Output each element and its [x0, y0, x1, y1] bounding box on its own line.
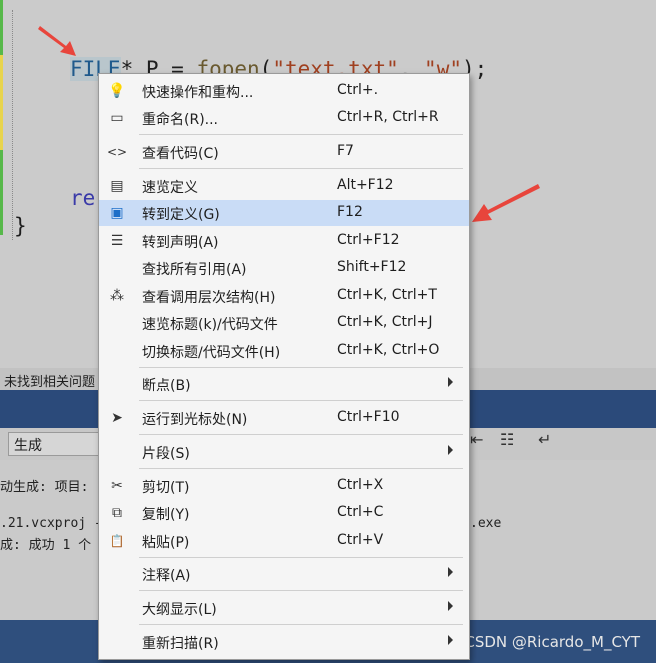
menu-item-goto-definition[interactable]: ▣ 转到定义(G) F12	[99, 200, 469, 226]
menu-item-label: 断点(B)	[142, 378, 191, 394]
menu-item-shortcut: F7	[337, 143, 354, 159]
paste-icon: 📋	[109, 534, 125, 548]
menu-item-shortcut: Shift+F12	[337, 259, 407, 275]
goto-declaration-icon: ☰	[110, 233, 124, 249]
menu-separator	[139, 624, 463, 625]
menu-separator	[139, 134, 463, 135]
menu-item-label: 快速操作和重构...	[142, 85, 254, 101]
change-margin-modified	[0, 55, 3, 150]
menu-item-shortcut: Ctrl+C	[337, 504, 384, 520]
peek-definition-icon: ▤	[110, 178, 124, 194]
menu-item-shortcut: Ctrl+F10	[337, 409, 400, 425]
status-text: 未找到相关问题	[4, 375, 96, 390]
menu-item-quick-actions[interactable]: 💡 快速操作和重构... Ctrl+.	[99, 78, 469, 104]
menu-item-find-all-references[interactable]: 查找所有引用(A) Shift+F12	[99, 255, 469, 281]
menu-item-copy[interactable]: ⧉ 复制(Y) Ctrl+C	[99, 500, 469, 526]
menu-item-label: 运行到光标处(N)	[142, 412, 248, 428]
output-line-suffix: .exe	[470, 516, 502, 531]
menu-item-shortcut: Ctrl+K, Ctrl+J	[337, 314, 433, 330]
context-menu: 💡 快速操作和重构... Ctrl+. ▭ 重命名(R)... Ctrl+R, …	[98, 73, 470, 660]
submenu-arrow-icon	[448, 377, 453, 387]
menu-separator	[139, 557, 463, 558]
menu-item-peek-definition[interactable]: ▤ 速览定义 Alt+F12	[99, 173, 469, 199]
menu-item-rename[interactable]: ▭ 重命名(R)... Ctrl+R, Ctrl+R	[99, 105, 469, 131]
fold-guide	[12, 10, 14, 240]
scissors-icon: ✂	[111, 478, 123, 494]
output-line: 成: 成功 1 个	[0, 538, 92, 553]
menu-item-label: 查看代码(C)	[142, 146, 219, 162]
menu-item-shortcut: Ctrl+F12	[337, 232, 400, 248]
menu-item-label: 片段(S)	[142, 446, 190, 462]
menu-item-label: 复制(Y)	[142, 507, 190, 523]
menu-item-shortcut: Ctrl+K, Ctrl+O	[337, 342, 440, 358]
menu-item-toggle-header[interactable]: 切换标题/代码文件(H) Ctrl+K, Ctrl+O	[99, 338, 469, 364]
menu-item-label: 速览标题(k)/代码文件	[142, 317, 278, 333]
submenu-arrow-icon	[448, 601, 453, 611]
menu-item-label: 重命名(R)...	[142, 112, 219, 128]
menu-item-shortcut: Alt+F12	[337, 177, 394, 193]
menu-item-run-to-cursor[interactable]: ➤ 运行到光标处(N) Ctrl+F10	[99, 405, 469, 431]
menu-item-breakpoint[interactable]: 断点(B)	[99, 371, 469, 397]
menu-item-paste[interactable]: 📋 粘贴(P) Ctrl+V	[99, 528, 469, 554]
menu-separator	[139, 367, 463, 368]
code-line-brace[interactable]: }	[14, 214, 27, 238]
menu-item-label: 粘贴(P)	[142, 535, 190, 551]
output-source-select[interactable]: 生成	[8, 432, 102, 456]
code-icon: <>	[107, 145, 128, 159]
annotation-arrow-icon	[38, 26, 76, 56]
menu-item-shortcut: Ctrl+R, Ctrl+R	[337, 109, 439, 125]
menu-item-peek-header[interactable]: 速览标题(k)/代码文件 Ctrl+K, Ctrl+J	[99, 310, 469, 336]
output-line: .21.vcxproj -	[0, 516, 102, 531]
menu-item-view-code[interactable]: <> 查看代码(C) F7	[99, 139, 469, 165]
menu-item-shortcut: Ctrl+K, Ctrl+T	[337, 287, 437, 303]
menu-separator	[139, 468, 463, 469]
menu-item-label: 注释(A)	[142, 568, 191, 584]
code-line-return[interactable]: re	[70, 186, 95, 210]
call-hierarchy-icon: ⁂	[110, 288, 124, 304]
copy-icon: ⧉	[112, 505, 122, 521]
toolbar-faded-icon[interactable]: ⇤	[470, 430, 483, 449]
menu-item-outlining[interactable]: 大纲显示(L)	[99, 595, 469, 621]
submenu-arrow-icon	[448, 445, 453, 455]
menu-item-label: 重新扫描(R)	[142, 636, 219, 652]
submenu-arrow-icon	[448, 635, 453, 645]
menu-item-cut[interactable]: ✂ 剪切(T) Ctrl+X	[99, 473, 469, 499]
menu-item-shortcut: Ctrl+V	[337, 532, 384, 548]
menu-item-rescan[interactable]: 重新扫描(R)	[99, 629, 469, 655]
menu-item-label: 转到定义(G)	[142, 207, 220, 223]
lightbulb-icon: 💡	[108, 83, 126, 99]
menu-item-label: 速览定义	[142, 180, 198, 196]
rename-icon: ▭	[110, 110, 124, 126]
cursor-icon: ➤	[111, 410, 123, 426]
word-wrap-icon[interactable]: ↵	[538, 430, 551, 449]
menu-separator	[139, 434, 463, 435]
menu-item-call-hierarchy[interactable]: ⁂ 查看调用层次结构(H) Ctrl+K, Ctrl+T	[99, 283, 469, 309]
menu-item-shortcut: Ctrl+.	[337, 82, 379, 98]
menu-item-shortcut: Ctrl+X	[337, 477, 384, 493]
menu-item-snippets[interactable]: 片段(S)	[99, 439, 469, 465]
menu-item-shortcut: F12	[337, 204, 363, 220]
menu-item-comment[interactable]: 注释(A)	[99, 561, 469, 587]
menu-separator	[139, 168, 463, 169]
annotation-arrow-icon	[472, 184, 540, 222]
menu-item-label: 查找所有引用(A)	[142, 262, 247, 278]
menu-item-label: 大纲显示(L)	[142, 602, 217, 618]
menu-item-label: 切换标题/代码文件(H)	[142, 345, 281, 361]
menu-separator	[139, 400, 463, 401]
menu-item-label: 查看调用层次结构(H)	[142, 290, 276, 306]
menu-item-goto-declaration[interactable]: ☰ 转到声明(A) Ctrl+F12	[99, 228, 469, 254]
watermark: CSDN @Ricardo_M_CYT	[464, 633, 640, 651]
output-line: 动生成: 项目:	[0, 480, 89, 495]
menu-separator	[139, 590, 463, 591]
submenu-arrow-icon	[448, 567, 453, 577]
clear-all-icon[interactable]: ☷	[500, 430, 514, 449]
menu-item-label: 转到声明(A)	[142, 235, 219, 251]
output-source-value: 生成	[14, 438, 42, 454]
goto-definition-icon: ▣	[110, 205, 124, 221]
menu-item-label: 剪切(T)	[142, 480, 190, 496]
